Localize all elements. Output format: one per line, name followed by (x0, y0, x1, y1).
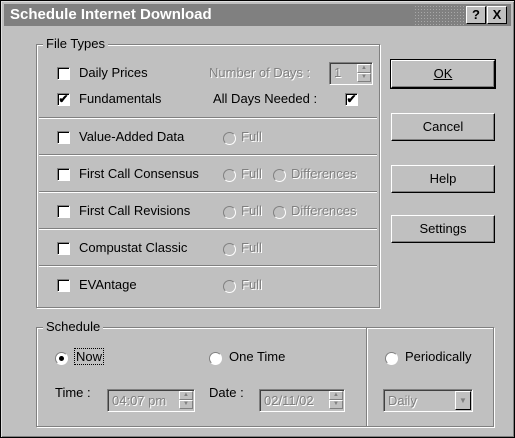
revisions-full-label: Full (241, 203, 262, 218)
value-added-full-label: Full (241, 129, 262, 144)
compustat-full-label: Full (241, 240, 262, 255)
spin-down-icon[interactable]: ▼ (357, 73, 371, 82)
title-bar[interactable]: Schedule Internet Download ? X (4, 4, 511, 26)
consensus-full-radio[interactable] (223, 169, 236, 182)
daily-prices-checkbox[interactable] (57, 67, 70, 80)
revisions-differences-radio[interactable] (273, 206, 286, 219)
consensus-full-label: Full (241, 166, 262, 181)
compustat-full-radio[interactable] (223, 243, 236, 256)
file-types-legend: File Types (43, 36, 109, 51)
evantage-label: EVAntage (79, 277, 137, 292)
evantage-full-radio[interactable] (223, 280, 236, 293)
cancel-button-label: Cancel (422, 119, 464, 134)
window-title: Schedule Internet Download (10, 6, 212, 23)
spin-down-icon[interactable]: ▼ (329, 400, 343, 409)
daily-prices-label: Daily Prices (79, 65, 148, 80)
first-call-revisions-label: First Call Revisions (79, 203, 191, 218)
evantage-full-label: Full (241, 277, 262, 292)
divider (39, 117, 377, 119)
fundamentals-label: Fundamentals (79, 91, 162, 106)
revisions-full-radio[interactable] (223, 206, 236, 219)
close-button[interactable]: X (487, 6, 507, 24)
frequency-value: Daily (388, 393, 417, 408)
compustat-classic-checkbox[interactable] (57, 242, 70, 255)
date-label: Date : (209, 385, 244, 400)
number-of-days-spinner[interactable]: 1 ▲ ▼ (329, 62, 373, 85)
check-mark-icon: ✔ (58, 92, 69, 106)
consensus-differences-radio[interactable] (273, 169, 286, 182)
number-of-days-spin-buttons[interactable]: ▲ ▼ (357, 64, 371, 83)
value-added-full-radio[interactable] (223, 132, 236, 145)
cancel-button[interactable]: Cancel (391, 113, 495, 141)
check-mark-icon: ✔ (346, 92, 357, 106)
settings-button-label: Settings (419, 221, 467, 236)
all-days-needed-checkbox[interactable]: ✔ (345, 93, 358, 106)
one-time-radio[interactable] (209, 352, 222, 365)
first-call-consensus-label: First Call Consensus (79, 166, 199, 181)
schedule-legend: Schedule (43, 319, 104, 334)
chevron-down-icon[interactable]: ▼ (455, 391, 471, 410)
help-button-label: Help (429, 171, 457, 186)
divider (39, 265, 377, 267)
one-time-label: One Time (229, 349, 286, 364)
first-call-consensus-checkbox[interactable] (57, 168, 70, 181)
spin-down-icon[interactable]: ▼ (179, 400, 193, 409)
date-value: 02/11/02 (264, 393, 314, 408)
divider (39, 228, 377, 230)
fundamentals-checkbox[interactable]: ✔ (57, 93, 70, 106)
divider (366, 328, 368, 426)
revisions-differences-label: Differences (291, 203, 357, 218)
frequency-dropdown[interactable]: Daily ▼ (383, 389, 473, 412)
settings-button[interactable]: Settings (391, 215, 495, 243)
spin-up-icon[interactable]: ▲ (329, 391, 343, 400)
evantage-checkbox[interactable] (57, 279, 70, 292)
compustat-classic-label: Compustat Classic (79, 240, 188, 255)
time-spinner[interactable]: 04:07 pm ▲ ▼ (107, 389, 195, 412)
spin-up-icon[interactable]: ▲ (357, 64, 371, 73)
number-of-days-value: 1 (334, 65, 342, 80)
time-label: Time : (55, 385, 91, 400)
periodically-radio[interactable] (385, 352, 398, 365)
number-of-days-label: Number of Days : (209, 65, 311, 80)
all-days-needed-label: All Days Needed : (213, 91, 318, 106)
file-types-group: File Types Daily Prices Number of Days :… (36, 36, 380, 308)
help-question-button[interactable]: ? (466, 6, 486, 24)
spin-up-icon[interactable]: ▲ (179, 391, 193, 400)
date-spin-buttons[interactable]: ▲ ▼ (329, 391, 343, 410)
time-value: 04:07 pm (112, 393, 167, 408)
schedule-group: Schedule Now One Time Periodically Time … (36, 319, 494, 427)
consensus-differences-label: Differences (291, 166, 357, 181)
divider (39, 191, 377, 193)
title-bar-grip (414, 5, 464, 25)
now-radio[interactable] (55, 352, 68, 365)
ok-button[interactable]: OK (390, 59, 496, 89)
ok-button-label: OK (433, 66, 453, 81)
value-added-data-label: Value-Added Data (79, 129, 185, 144)
schedule-download-dialog: Schedule Internet Download ? X File Type… (0, 0, 515, 438)
first-call-revisions-checkbox[interactable] (57, 205, 70, 218)
time-spin-buttons[interactable]: ▲ ▼ (179, 391, 193, 410)
now-label: Now (73, 348, 105, 365)
value-added-data-checkbox[interactable] (57, 131, 70, 144)
help-button[interactable]: Help (391, 165, 495, 193)
date-spinner[interactable]: 02/11/02 ▲ ▼ (259, 389, 345, 412)
divider (39, 154, 377, 156)
periodically-label: Periodically (405, 349, 472, 364)
